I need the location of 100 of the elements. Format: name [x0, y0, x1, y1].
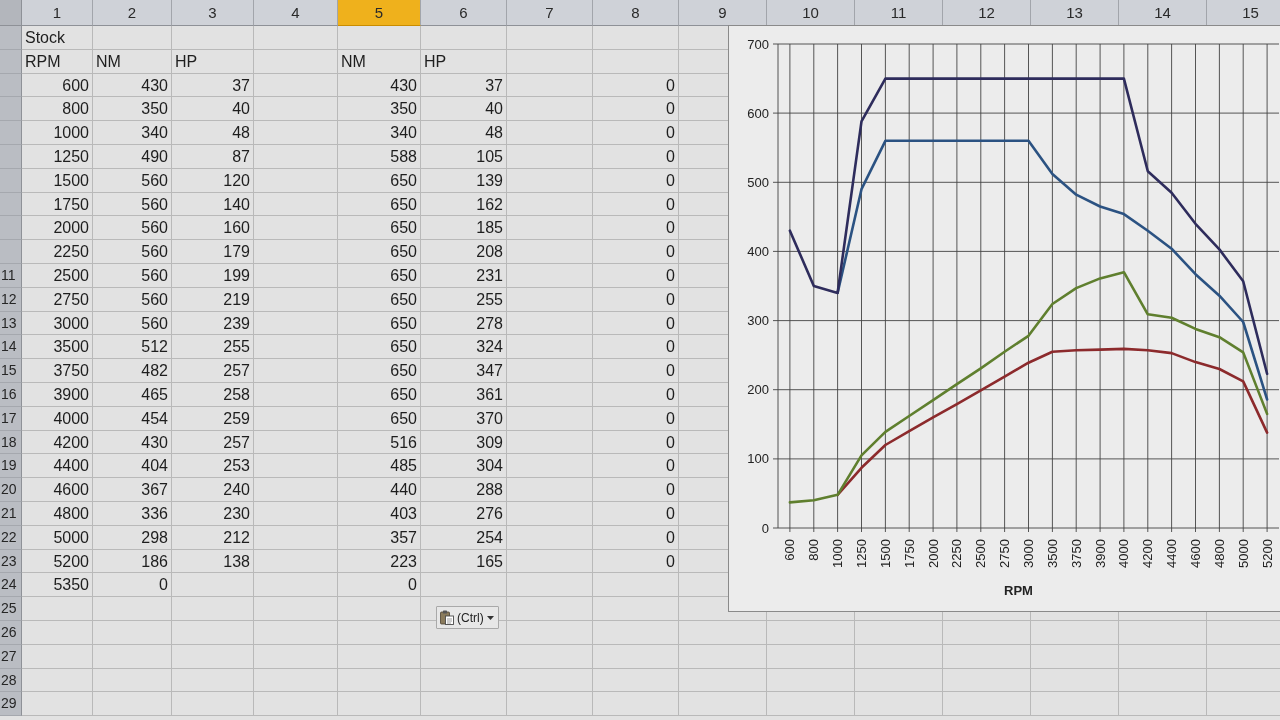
- table-cell: 4200: [22, 430, 93, 455]
- table-cell: 240: [172, 478, 254, 502]
- table-cell: 4600: [22, 478, 93, 502]
- axis-label: 100: [747, 451, 769, 467]
- table-cell: 5350: [22, 573, 93, 598]
- table-cell: 430: [338, 73, 421, 98]
- axis-label: 2250: [949, 539, 965, 568]
- table-cell: 0: [593, 525, 679, 550]
- table-cell: 0: [593, 501, 679, 526]
- table-cell: 650: [338, 192, 421, 217]
- table-cell: 162: [421, 192, 507, 217]
- table-cell: 2000: [22, 216, 93, 241]
- table-cell: 212: [172, 525, 254, 550]
- table-cell: 48: [421, 121, 507, 145]
- table-cell: 560: [93, 192, 172, 217]
- table-cell: 186: [93, 549, 172, 574]
- table-cell: 0: [593, 263, 679, 288]
- table-cell: NM: [338, 49, 421, 74]
- table-cell: 40: [421, 97, 507, 122]
- table-cell: 367: [93, 478, 172, 502]
- table-cell: 440: [338, 478, 421, 502]
- table-cell: 0: [593, 97, 679, 122]
- axis-label: 500: [747, 174, 769, 190]
- table-cell: 560: [93, 168, 172, 193]
- axis-label: 3750: [1068, 539, 1084, 568]
- table-cell: 340: [338, 121, 421, 145]
- table-cell: 650: [338, 168, 421, 193]
- table-cell: 560: [93, 216, 172, 241]
- table-cell: 403: [338, 501, 421, 526]
- table-cell: 165: [421, 549, 507, 574]
- table-cell: 309: [421, 430, 507, 455]
- table-cell: 304: [421, 454, 507, 479]
- table-cell: 0: [593, 121, 679, 145]
- table-cell: 3750: [22, 359, 93, 383]
- table-cell: RPM: [22, 49, 93, 74]
- table-cell: 1000: [22, 121, 93, 145]
- table-cell: 230: [172, 501, 254, 526]
- table-cell: 298: [93, 525, 172, 550]
- axis-title: RPM: [1004, 583, 1033, 598]
- table-cell: 120: [172, 168, 254, 193]
- table-cell: 254: [421, 525, 507, 550]
- table-cell: 350: [338, 97, 421, 122]
- table-cell: NM: [93, 49, 172, 74]
- table-cell: 0: [593, 240, 679, 264]
- table-cell: 2250: [22, 240, 93, 264]
- table-cell: 350: [93, 97, 172, 122]
- table-cell: 650: [338, 263, 421, 288]
- axis-label: 300: [747, 313, 769, 329]
- table-cell: 288: [421, 478, 507, 502]
- axis-label: 1750: [901, 539, 917, 568]
- table-cell: 3900: [22, 382, 93, 407]
- table-cell: 0: [593, 335, 679, 360]
- table-cell: 650: [338, 287, 421, 312]
- axis-label: 1500: [877, 539, 893, 568]
- table-cell: 199: [172, 263, 254, 288]
- table-cell: 2750: [22, 287, 93, 312]
- table-cell: 0: [338, 573, 421, 598]
- table-cell: 485: [338, 454, 421, 479]
- table-cell: 0: [593, 382, 679, 407]
- table-cell: 357: [338, 525, 421, 550]
- table-cell: 276: [421, 501, 507, 526]
- table-cell: 231: [421, 263, 507, 288]
- table-cell: 3000: [22, 311, 93, 336]
- table-cell: HP: [172, 49, 254, 74]
- table-cell: 324: [421, 335, 507, 360]
- table-cell: 257: [172, 430, 254, 455]
- table-cell: 0: [93, 573, 172, 598]
- axis-label: 2000: [925, 539, 941, 568]
- table-cell: 482: [93, 359, 172, 383]
- axis-label: 3900: [1092, 539, 1108, 568]
- table-cell: 560: [93, 311, 172, 336]
- axis-label: 600: [747, 105, 769, 121]
- axis-label: 1000: [830, 539, 846, 568]
- table-cell: 1500: [22, 168, 93, 193]
- axis-label: 3000: [1021, 539, 1036, 568]
- table-cell: 139: [421, 168, 507, 193]
- axis-label: 700: [747, 36, 769, 52]
- table-cell: 560: [93, 240, 172, 264]
- table-cell: 255: [172, 335, 254, 360]
- table-cell: HP: [421, 49, 507, 74]
- table-cell: 259: [172, 406, 254, 431]
- table-cell: 37: [421, 73, 507, 98]
- table-cell: 600: [22, 73, 93, 98]
- table-cell: 650: [338, 216, 421, 241]
- table-cell: 0: [593, 73, 679, 98]
- table-cell: 650: [338, 406, 421, 431]
- axis-label: 5200: [1259, 539, 1275, 568]
- table-cell: 560: [93, 263, 172, 288]
- table-cell: 160: [172, 216, 254, 241]
- table-cell: 800: [22, 97, 93, 122]
- table-cell: 336: [93, 501, 172, 526]
- table-cell: 0: [593, 406, 679, 431]
- table-cell: 5000: [22, 525, 93, 550]
- table-cell: 465: [93, 382, 172, 407]
- table-cell: 0: [593, 168, 679, 193]
- table-cell: 347: [421, 359, 507, 383]
- table-cell: 239: [172, 311, 254, 336]
- table-cell: 0: [593, 216, 679, 241]
- table-cell: 3500: [22, 335, 93, 360]
- table-cell: Stock: [22, 26, 93, 50]
